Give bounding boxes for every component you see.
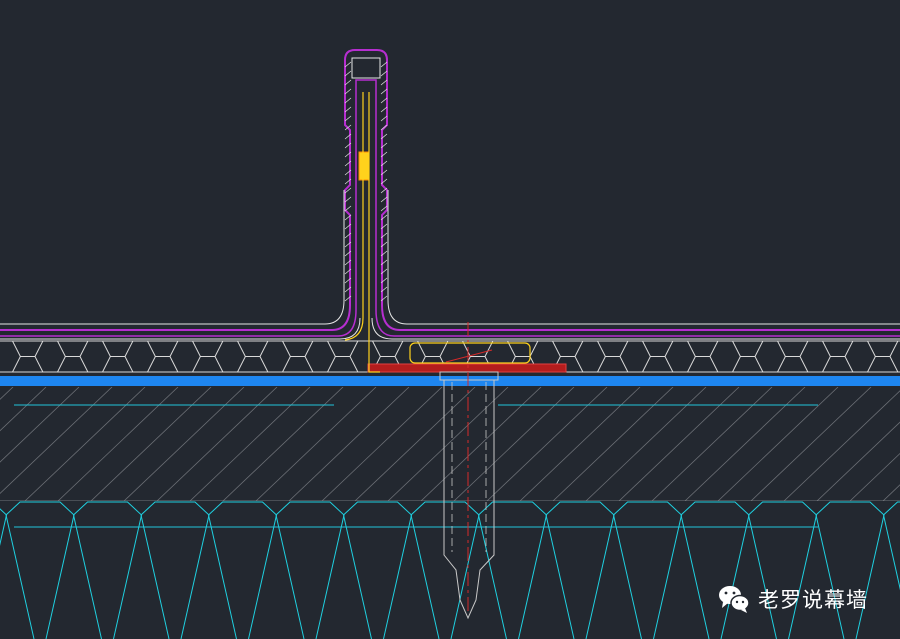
cad-drawing-canvas: [0, 49, 900, 639]
profiled-deck-ribs: [0, 501, 900, 639]
hatch-line: [24, 387, 146, 501]
hatch-line: [387, 387, 509, 501]
hatch-line: [354, 387, 476, 501]
hatch-line: [222, 387, 344, 501]
deck-rib: [208, 501, 278, 639]
hatch-line: [816, 421, 900, 501]
hatch-line: [90, 387, 212, 501]
hatch-line: [0, 387, 113, 494]
fixing-clip-plate: [367, 363, 567, 373]
hatch-line: [123, 387, 245, 501]
seam-wall-hatching: [344, 61, 388, 302]
seam-outline-inner: [0, 79, 900, 337]
deck-rib: [883, 501, 900, 591]
hatch-line: [519, 387, 641, 501]
deck-rib: [73, 501, 143, 639]
deck-rib: [275, 501, 345, 639]
hatch-line: [849, 452, 900, 501]
seam-cap-cavity: [351, 57, 381, 79]
hatch-line: [189, 387, 311, 501]
hatch-line: [717, 387, 839, 501]
watermark-text: 老罗说幕墙: [758, 588, 868, 612]
deck-rib: [0, 508, 8, 547]
seam-sealant-bead: [358, 151, 370, 181]
hatch-line: [321, 387, 443, 501]
deck-rib: [680, 501, 750, 639]
hatch-line: [420, 387, 542, 501]
deck-rib: [5, 501, 75, 639]
deck-rib: [140, 501, 210, 639]
clip-base-outline: [409, 342, 531, 364]
fastener-shank: [443, 380, 495, 620]
hatch-line: [684, 387, 806, 501]
substrate-hatching: [0, 387, 900, 501]
hatch-line: [783, 390, 900, 501]
hatch-line: [0, 387, 47, 432]
deck-rib: [613, 501, 683, 639]
fastener-screw: [439, 371, 499, 620]
hatch-line: [0, 387, 80, 463]
deck-rib: [545, 501, 615, 639]
hatch-line: [288, 387, 410, 501]
wechat-icon: [719, 586, 750, 613]
hatch-line: [57, 387, 179, 501]
hatch-line: [255, 387, 377, 501]
deck-rib: [748, 501, 818, 639]
watermark: 老罗说幕墙: [718, 584, 868, 614]
deck-rib: [343, 501, 413, 639]
standing-seam-panel: [0, 49, 900, 340]
seam-outline-outer: [0, 49, 900, 331]
hatch-line: [618, 387, 740, 501]
hatch-line: [750, 387, 872, 501]
waterproof-membrane: [0, 376, 900, 386]
hatch-line: [486, 387, 608, 501]
deck-rib: [478, 501, 548, 639]
deck-rib: [815, 501, 885, 639]
hatch-line: [453, 387, 575, 501]
hatch-line: [552, 387, 674, 501]
hatch-line: [651, 387, 773, 501]
hatch-line: [585, 387, 707, 501]
hatch-line: [0, 387, 14, 400]
deck-rib: [410, 501, 480, 639]
hatch-line: [156, 387, 278, 501]
panel-edge-upper: [0, 190, 900, 325]
